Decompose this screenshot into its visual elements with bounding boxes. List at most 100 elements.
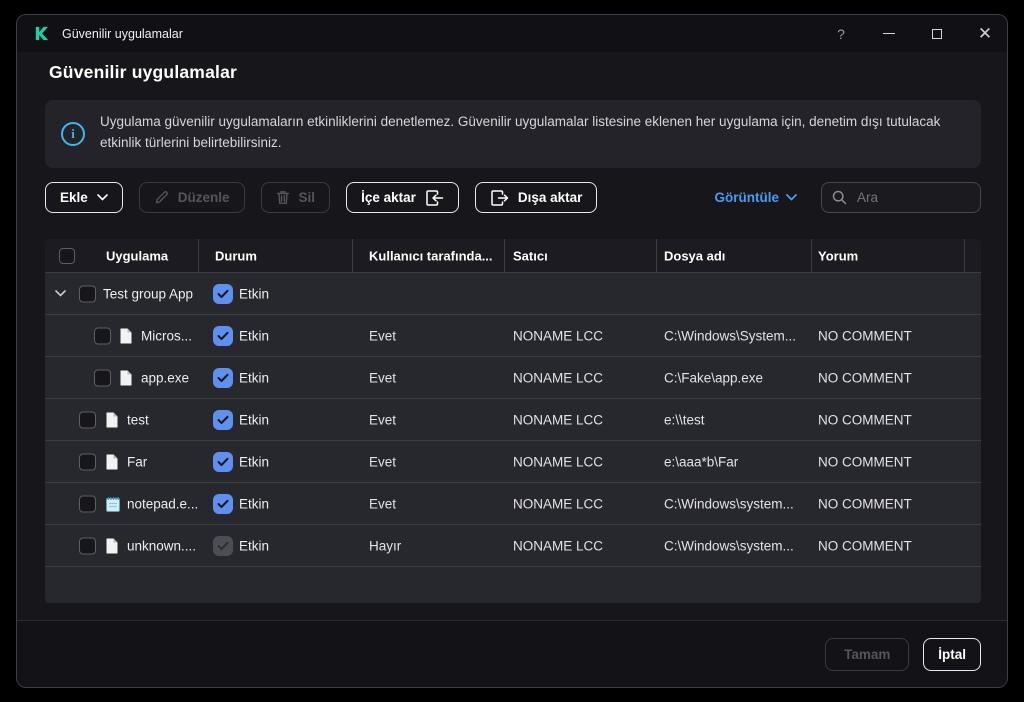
column-header-dosya-adi[interactable]: Dosya adı <box>664 248 725 263</box>
vendor-value: NONAME LCC <box>513 538 604 553</box>
edit-button-label: Düzenle <box>177 190 230 205</box>
minimize-icon[interactable] <box>875 15 903 52</box>
cancel-button[interactable]: İptal <box>923 637 981 671</box>
vendor-value: NONAME LCC <box>513 496 604 511</box>
expand-chevron-icon[interactable] <box>55 288 67 300</box>
column-header-kullanici[interactable]: Kullanıcı tarafında... <box>369 248 493 263</box>
status-checkbox[interactable] <box>213 451 233 472</box>
comment-value: NO COMMENT <box>818 412 912 427</box>
status-checkbox[interactable] <box>213 367 233 388</box>
table-row[interactable]: unknown.... Etkin Hayır NONAME LCC C:\Window… <box>45 525 981 567</box>
info-banner-text: Uygulama güvenilir uygulamaların etkinli… <box>100 114 941 150</box>
select-all-checkbox[interactable] <box>59 247 75 264</box>
import-button[interactable]: İçe aktar <box>346 182 459 213</box>
pencil-icon <box>154 190 169 205</box>
export-button-label: Dışa aktar <box>517 190 583 205</box>
add-button[interactable]: Ekle <box>45 182 123 213</box>
status-checkbox[interactable] <box>213 325 233 346</box>
search-input[interactable] <box>855 189 970 206</box>
close-icon[interactable]: ✕ <box>971 15 999 52</box>
maximize-icon[interactable] <box>923 15 951 52</box>
table-filler <box>45 567 981 603</box>
application-name: app.exe <box>141 370 190 385</box>
view-dropdown-label: Görüntüle <box>714 190 780 205</box>
status-label: Etkin <box>239 412 270 427</box>
user-defined-value: Evet <box>369 328 397 343</box>
status-label: Etkin <box>239 328 270 343</box>
file-icon <box>119 369 135 386</box>
status-checkbox[interactable] <box>213 283 233 304</box>
table-row[interactable]: Far Etkin Evet NONAME LCC e:\aaa*b\Far NO COM… <box>45 441 981 483</box>
titlebar: Güvenilir uygulamalar ? ✕ <box>17 15 1007 52</box>
column-header-durum[interactable]: Durum <box>215 248 257 263</box>
status-label: Etkin <box>239 454 270 469</box>
status-checkbox[interactable] <box>213 409 233 430</box>
application-name: notepad.e... <box>127 496 199 511</box>
file-path-value: C:\Fake\app.exe <box>664 370 764 385</box>
page-title: Güvenilir uygulamalar <box>49 62 238 82</box>
import-icon <box>425 189 444 207</box>
file-icon <box>105 453 121 470</box>
search-box[interactable] <box>821 182 981 213</box>
column-header-uygulama[interactable]: Uygulama <box>106 248 168 263</box>
delete-button[interactable]: Sil <box>260 182 331 213</box>
help-icon[interactable]: ? <box>827 15 855 52</box>
export-icon <box>490 189 509 207</box>
user-defined-value: Evet <box>369 454 397 469</box>
comment-value: NO COMMENT <box>818 538 912 553</box>
status-checkbox <box>213 535 233 556</box>
add-button-label: Ekle <box>60 190 88 205</box>
column-divider <box>964 239 965 272</box>
delete-button-label: Sil <box>298 190 316 205</box>
file-icon <box>119 327 135 344</box>
application-name: Far <box>127 454 148 469</box>
application-name: Micros... <box>141 328 193 343</box>
vendor-value: NONAME LCC <box>513 454 604 469</box>
export-button[interactable]: Dışa aktar <box>474 182 598 213</box>
row-checkbox[interactable] <box>94 369 111 386</box>
status-checkbox[interactable] <box>213 493 233 514</box>
column-divider <box>198 239 199 272</box>
application-name: Test group App <box>103 286 194 301</box>
table-header: Uygulama Durum Kullanıcı tarafında... Sa… <box>45 239 981 273</box>
row-checkbox[interactable] <box>79 411 96 428</box>
application-name: test <box>127 412 149 427</box>
user-defined-value: Evet <box>369 370 397 385</box>
file-path-value: C:\Windows\system... <box>664 538 794 553</box>
vendor-value: NONAME LCC <box>513 412 604 427</box>
table-row[interactable]: Test group App Etkin <box>45 273 981 315</box>
chevron-down-icon <box>96 194 108 201</box>
column-divider <box>656 239 657 272</box>
vendor-value: NONAME LCC <box>513 328 604 343</box>
comment-value: NO COMMENT <box>818 496 912 511</box>
user-defined-value: Hayır <box>369 538 402 553</box>
table-row[interactable]: test Etkin Evet NONAME LCC e:\\test NO COMMEN… <box>45 399 981 441</box>
column-header-yorum[interactable]: Yorum <box>818 248 858 263</box>
edit-button[interactable]: Düzenle <box>138 182 245 213</box>
file-path-value: e:\\test <box>664 412 705 427</box>
notepad-icon <box>105 495 121 512</box>
row-checkbox[interactable] <box>79 453 96 470</box>
info-banner: i Uygulama güvenilir uygulamaların etkin… <box>45 100 981 168</box>
window-title: Güvenilir uygulamalar <box>62 26 183 41</box>
file-path-value: C:\Windows\System... <box>664 328 797 343</box>
row-checkbox[interactable] <box>79 537 96 554</box>
view-dropdown[interactable]: Görüntüle <box>715 190 798 205</box>
table-row[interactable]: Micros... Etkin Evet NONAME LCC C:\Windows\S… <box>45 315 981 357</box>
vendor-value: NONAME LCC <box>513 370 604 385</box>
row-checkbox[interactable] <box>79 285 96 302</box>
table-row[interactable]: notepad.e... Etkin Evet NONAME LCC C:\Window… <box>45 483 981 525</box>
column-divider <box>504 239 505 272</box>
table-row[interactable]: app.exe Etkin Evet NONAME LCC C:\Fake\app.ex… <box>45 357 981 399</box>
row-checkbox[interactable] <box>79 495 96 512</box>
import-button-label: İçe aktar <box>361 190 416 205</box>
kaspersky-logo-icon <box>33 25 50 42</box>
app-window: Güvenilir uygulamalar ? ✕ Güvenilir uygu… <box>16 14 1008 688</box>
comment-value: NO COMMENT <box>818 328 912 343</box>
row-checkbox[interactable] <box>94 327 111 344</box>
applications-table: Uygulama Durum Kullanıcı tarafında... Sa… <box>45 239 981 603</box>
file-path-value: e:\aaa*b\Far <box>664 454 739 469</box>
column-header-satici[interactable]: Satıcı <box>513 248 548 263</box>
ok-button[interactable]: Tamam <box>825 637 910 671</box>
column-divider <box>352 239 353 272</box>
